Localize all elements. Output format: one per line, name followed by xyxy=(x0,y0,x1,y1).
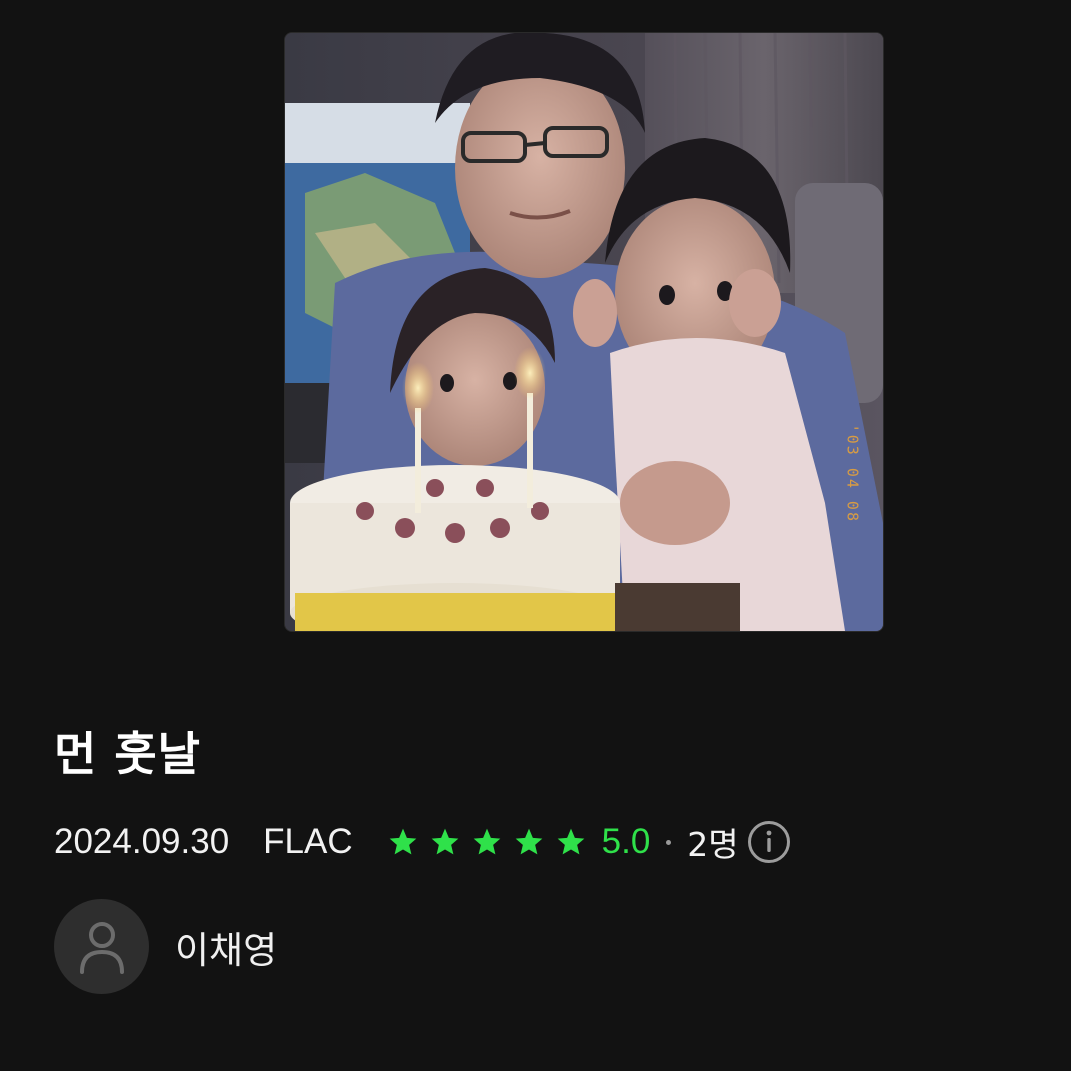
album-cover-photo xyxy=(285,33,883,631)
info-circle-icon[interactable] xyxy=(747,820,791,864)
album-cover-image: '03 04 08 xyxy=(284,32,884,632)
star-icon xyxy=(473,828,500,855)
album-meta-row: 2024.09.30 FLAC 5.0 2명 xyxy=(54,818,791,866)
audio-format: FLAC xyxy=(263,822,353,861)
star-icon xyxy=(515,828,542,855)
rating-stars xyxy=(387,826,597,858)
separator-dot xyxy=(666,839,672,845)
star-icon xyxy=(389,828,416,855)
star-icon xyxy=(431,828,458,855)
star-icon xyxy=(557,828,584,855)
album-title: 먼 훗날 xyxy=(54,727,201,781)
album-detail-page: '03 04 08 먼 훗날 2024.09.30 FLAC 5.0 2명 이채… xyxy=(0,0,1071,1071)
photo-date-stamp: '03 04 08 xyxy=(843,423,861,523)
artist-avatar[interactable] xyxy=(54,899,149,994)
release-date: 2024.09.30 xyxy=(54,822,230,861)
rating-count: 2명 xyxy=(687,825,739,864)
rating-value: 5.0 xyxy=(601,822,651,861)
artist-name[interactable]: 이채영 xyxy=(175,920,277,974)
person-placeholder-icon xyxy=(79,921,124,974)
artist-link[interactable]: 이채영 xyxy=(54,899,277,994)
